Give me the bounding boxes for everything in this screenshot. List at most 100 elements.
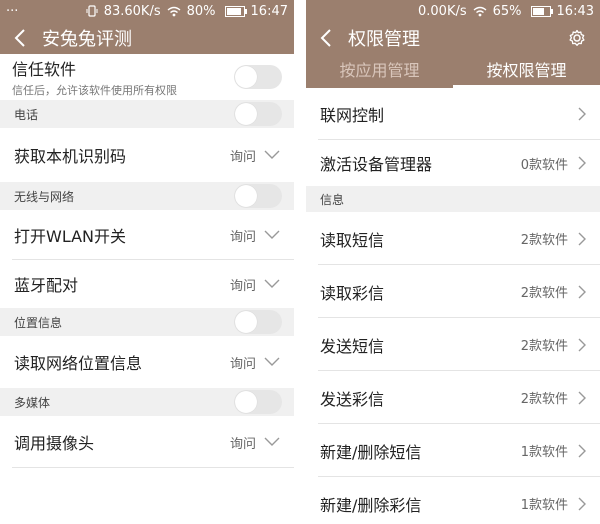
permission-value: 询问 bbox=[229, 436, 256, 452]
chevron-down-icon[interactable] bbox=[264, 230, 280, 240]
trust-app-label: 信任软件 bbox=[12, 60, 77, 79]
clock: 16:47 bbox=[250, 3, 288, 19]
battery-fill bbox=[532, 7, 545, 15]
trust-app-desc: 信任后，允许该软件使用所有权限 bbox=[12, 84, 177, 97]
section-title: 位置信息 bbox=[14, 315, 63, 330]
list-item[interactable]: 读取彩信 2款软件 bbox=[306, 265, 600, 318]
notification-dots: ··· bbox=[6, 3, 19, 19]
permission-label: 新建/删除彩信 bbox=[320, 495, 422, 515]
clock: 16:43 bbox=[556, 3, 594, 19]
left-screen: ··· 83.60K/s 80% 16:47 安兔兔评测 信任软件 信任后，允许… bbox=[0, 0, 294, 524]
network-speed: 83.60K/s bbox=[103, 3, 161, 19]
chevron-right-icon bbox=[578, 285, 586, 298]
chevron-right-icon bbox=[578, 338, 586, 351]
chevron-down-icon[interactable] bbox=[264, 357, 280, 367]
permission-label: 蓝牙配对 bbox=[14, 276, 79, 295]
message-permission-list: 读取短信 2款软件 读取彩信 2款软件 发送短信 2款软件 发送彩信 2款软件 … bbox=[306, 212, 600, 524]
app-count: 2款软件 bbox=[520, 339, 568, 354]
chevron-right-icon bbox=[578, 107, 586, 121]
network-control-row[interactable]: 联网控制 bbox=[306, 88, 600, 140]
section-title: 多媒体 bbox=[14, 395, 51, 410]
permission-label: 读取网络位置信息 bbox=[14, 354, 143, 373]
permission-row[interactable]: 获取本机识别码 询问 bbox=[0, 128, 294, 182]
wifi-icon bbox=[473, 6, 487, 17]
section-title: 无线与网络 bbox=[14, 189, 75, 204]
list-item[interactable]: 新建/删除彩信 1款软件 bbox=[306, 477, 600, 524]
phone-toggle[interactable] bbox=[234, 102, 282, 126]
list-item[interactable]: 发送彩信 2款软件 bbox=[306, 371, 600, 424]
permission-label: 新建/删除短信 bbox=[320, 442, 422, 462]
permission-value: 询问 bbox=[229, 278, 256, 294]
battery-percent: 80% bbox=[186, 3, 216, 19]
back-arrow-icon[interactable] bbox=[306, 29, 346, 47]
permission-label: 读取短信 bbox=[320, 230, 385, 250]
tab-bar: 按应用管理 按权限管理 bbox=[306, 54, 600, 88]
chevron-right-icon bbox=[578, 444, 586, 457]
permission-label: 联网控制 bbox=[320, 106, 385, 125]
permission-label: 激活设备管理器 bbox=[320, 155, 433, 174]
app-title-bar: 权限管理 bbox=[306, 22, 600, 54]
permission-label: 读取彩信 bbox=[320, 283, 385, 303]
section-location: 位置信息 bbox=[0, 308, 294, 336]
app-count: 2款软件 bbox=[520, 286, 568, 301]
permission-label: 发送短信 bbox=[320, 336, 385, 356]
vibrate-icon bbox=[86, 5, 98, 17]
status-bar: 0.00K/s 65% 16:43 bbox=[306, 0, 600, 22]
permission-value: 询问 bbox=[229, 229, 256, 245]
permission-label: 调用摄像头 bbox=[14, 434, 95, 453]
multimedia-toggle[interactable] bbox=[234, 390, 282, 414]
page-title: 安兔兔评测 bbox=[42, 29, 132, 50]
wifi-icon bbox=[167, 6, 181, 17]
page-title: 权限管理 bbox=[348, 29, 420, 50]
permission-row[interactable]: 调用摄像头 询问 bbox=[0, 416, 294, 468]
section-multimedia: 多媒体 bbox=[0, 388, 294, 416]
network-speed: 0.00K/s bbox=[418, 3, 467, 19]
battery-icon bbox=[222, 5, 247, 17]
chevron-down-icon[interactable] bbox=[264, 150, 280, 160]
section-title: 信息 bbox=[320, 192, 345, 207]
permission-value: 询问 bbox=[229, 356, 256, 372]
app-count: 2款软件 bbox=[520, 392, 568, 407]
status-bar: ··· 83.60K/s 80% 16:47 bbox=[0, 0, 294, 22]
chevron-right-icon bbox=[578, 232, 586, 245]
permission-value: 询问 bbox=[229, 149, 256, 165]
device-admin-row[interactable]: 激活设备管理器 0款软件 bbox=[306, 140, 600, 186]
trust-app-toggle[interactable] bbox=[234, 65, 282, 89]
tab-by-permission[interactable]: 按权限管理 bbox=[453, 54, 600, 88]
section-title: 电话 bbox=[14, 107, 39, 122]
list-item[interactable]: 新建/删除短信 1款软件 bbox=[306, 424, 600, 477]
battery-percent: 65% bbox=[492, 3, 522, 19]
chevron-right-icon bbox=[578, 391, 586, 404]
permission-label: 打开WLAN开关 bbox=[14, 227, 127, 246]
permission-label: 发送彩信 bbox=[320, 389, 385, 409]
tab-by-app[interactable]: 按应用管理 bbox=[306, 54, 453, 88]
app-count: 0款软件 bbox=[520, 157, 568, 173]
right-screen: 0.00K/s 65% 16:43 权限管理 按应用管理 按权限管理 联网控制 … bbox=[306, 0, 600, 524]
gear-icon[interactable] bbox=[568, 29, 586, 47]
list-item[interactable]: 读取短信 2款软件 bbox=[306, 212, 600, 265]
section-phone: 电话 bbox=[0, 100, 294, 128]
section-messages: 信息 bbox=[306, 186, 600, 212]
battery-icon bbox=[528, 5, 553, 17]
battery-fill bbox=[226, 7, 241, 15]
permission-row[interactable]: 读取网络位置信息 询问 bbox=[0, 336, 294, 388]
app-count: 2款软件 bbox=[520, 233, 568, 248]
wireless-toggle[interactable] bbox=[234, 184, 282, 208]
divider bbox=[12, 467, 294, 468]
trust-app-row[interactable]: 信任软件 信任后，允许该软件使用所有权限 bbox=[0, 54, 294, 100]
section-wireless: 无线与网络 bbox=[0, 182, 294, 210]
permission-row[interactable]: 打开WLAN开关 询问 bbox=[0, 210, 294, 260]
chevron-right-icon bbox=[578, 497, 586, 510]
location-toggle[interactable] bbox=[234, 310, 282, 334]
app-count: 1款软件 bbox=[520, 498, 568, 513]
app-count: 1款软件 bbox=[520, 445, 568, 460]
app-title-bar: 安兔兔评测 bbox=[0, 22, 294, 54]
chevron-right-icon bbox=[578, 156, 586, 170]
screen-gap bbox=[294, 0, 306, 524]
chevron-down-icon[interactable] bbox=[264, 279, 280, 289]
permission-label: 获取本机识别码 bbox=[14, 147, 127, 166]
back-arrow-icon[interactable] bbox=[0, 29, 40, 47]
list-item[interactable]: 发送短信 2款软件 bbox=[306, 318, 600, 371]
chevron-down-icon[interactable] bbox=[264, 437, 280, 447]
permission-row[interactable]: 蓝牙配对 询问 bbox=[0, 260, 294, 308]
